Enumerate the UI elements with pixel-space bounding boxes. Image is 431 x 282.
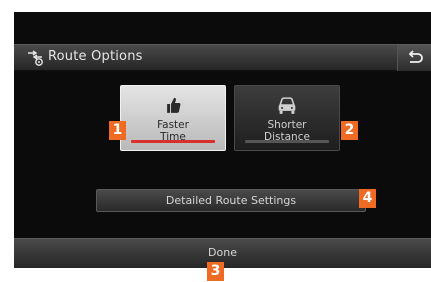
title-bar: Route Options bbox=[14, 44, 431, 71]
selected-indicator bbox=[131, 140, 215, 143]
car-icon bbox=[278, 97, 296, 114]
callout-badge-4: 4 bbox=[359, 189, 376, 208]
shorter-distance-option[interactable]: Shorter Distance bbox=[234, 85, 340, 151]
thumbs-up-icon bbox=[167, 97, 181, 113]
back-arrow-icon bbox=[408, 50, 423, 63]
shorter-distance-label-line1: Shorter bbox=[267, 119, 307, 131]
unselected-indicator bbox=[245, 140, 329, 143]
faster-time-label-line1: Faster bbox=[157, 119, 189, 131]
route-options-icon bbox=[28, 50, 43, 66]
detailed-route-settings-button[interactable]: Detailed Route Settings bbox=[96, 189, 366, 212]
back-button[interactable] bbox=[397, 45, 431, 71]
callout-badge-1: 1 bbox=[109, 121, 126, 140]
navigation-screen: Route Options Faster Time Shorter Distan… bbox=[14, 12, 431, 268]
faster-time-option[interactable]: Faster Time bbox=[120, 85, 226, 151]
callout-badge-3: 3 bbox=[207, 262, 224, 281]
callout-badge-2: 2 bbox=[341, 121, 358, 140]
page-title: Route Options bbox=[48, 49, 143, 64]
